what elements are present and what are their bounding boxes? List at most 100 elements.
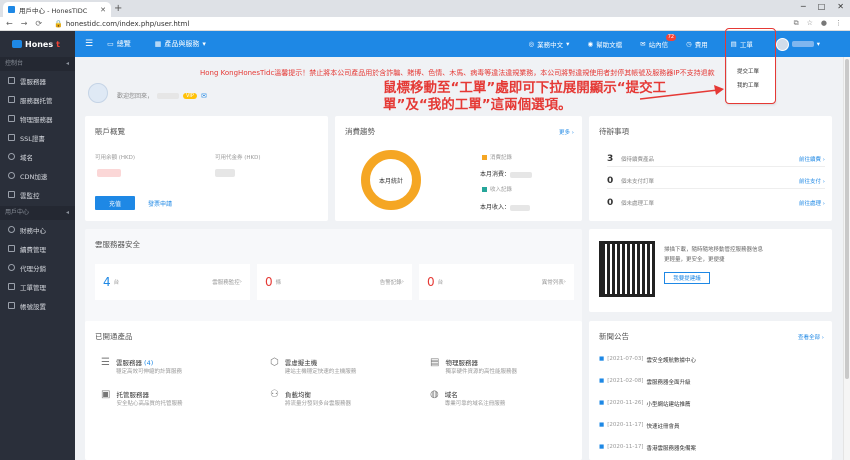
sidebar-item-physical-server[interactable]: 物理服務器 — [0, 109, 75, 128]
monitor-icon: ▭ — [107, 40, 114, 48]
close-tab-icon[interactable]: ✕ — [100, 6, 106, 14]
security-stat[interactable]: 4 台雲服務監控 › — [95, 264, 250, 300]
chevron-down-icon: ▾ — [202, 40, 206, 48]
news-item[interactable]: ■ [2020-11-26] 小型網站建站推薦 — [599, 400, 690, 408]
nav-help-docs[interactable]: ◉ 幫助文檔 — [578, 31, 631, 57]
sidebar-item-ssl[interactable]: SSL證書 — [0, 128, 75, 147]
news-item[interactable]: ■ [2020-11-17] 快速註冊會員 — [599, 422, 679, 430]
account-overview-card: 賬戶概覽 可用余額 (HKD) 可用代金券 (HKD) 充值 發票申請 — [85, 116, 328, 221]
more-link[interactable]: 更多 › — [559, 128, 574, 136]
top-nav-bar: Hones t ☰ ▭ 總覽 ▦ 產品與服務 ▾ ◎ 業務中文 ▾ ◉ 幫助文檔 ✉ 站內信 72… — [0, 31, 850, 57]
sidebar-item-colocation[interactable]: 服務器托管 — [0, 90, 75, 109]
news-item[interactable]: ■ [2021-07-03] 雲安全護航數據中心 — [599, 356, 696, 364]
brand-logo[interactable]: Hones t — [0, 31, 75, 57]
product-item[interactable]: ◍ 域名 專業可靠的域名注冊服務 — [430, 389, 505, 407]
nav-billing[interactable]: ◷ 費用 — [677, 31, 717, 57]
sidebar-section-user[interactable]: 用戶中心 ◂ — [0, 206, 75, 220]
promo-line1: 掃描下載，隨時隨地移動管控服務器信息 — [664, 247, 764, 253]
translate-icon[interactable]: ⧉ — [794, 19, 799, 28]
sidebar: 控制台 ◂ 雲服務器 服務器托管 物理服務器 SSL證書 域名 CDN加速 雲監控… — [0, 57, 75, 460]
products-card: 已開通產品 ☰ 雲服務器 (4) 穩定高效可伸縮的計算服務 ⬡ 雲虛擬主機 建站主機穩定… — [85, 321, 582, 460]
promo-line2: 更輕量，更安全，更便捷 — [664, 257, 725, 263]
forward-icon[interactable]: → — [21, 19, 28, 28]
maximize-icon[interactable]: □ — [818, 2, 826, 11]
agent-icon — [8, 264, 15, 271]
globe-icon: ◍ — [430, 389, 439, 400]
product-item[interactable]: ⬡ 雲虛擬主機 建站主機穩定快速的主機服務 — [270, 357, 356, 375]
nav-overview[interactable]: ▭ 總覽 — [107, 39, 131, 49]
sidebar-item-cdn[interactable]: CDN加速 — [0, 166, 75, 185]
caret-icon: ◂ — [65, 209, 69, 216]
hamburger-icon[interactable]: ☰ — [85, 39, 93, 49]
todo-action-link[interactable]: 前往續費 › — [799, 155, 825, 163]
sidebar-item-tickets[interactable]: 工單管理 — [0, 277, 75, 296]
nav-products[interactable]: ▦ 產品與服務 ▾ — [155, 39, 206, 49]
todo-row: 0 個未處理工單 前往處理 › — [607, 198, 825, 208]
sidebar-item-renewal[interactable]: 續費管理 — [0, 239, 75, 258]
avatar — [775, 37, 789, 51]
news-item[interactable]: ■ [2021-02-08] 雲服務器全面升級 — [599, 378, 690, 386]
product-item[interactable]: ▣ 托管服務器 安全貼心高品質的托管服務 — [101, 389, 182, 407]
bookmark-icon[interactable]: ☆ — [807, 19, 813, 28]
product-item[interactable]: ☰ 雲服務器 (4) 穩定高效可伸縮的計算服務 — [101, 357, 182, 375]
chevron-down-icon: ▾ — [816, 40, 820, 48]
cube-icon: ⬡ — [270, 357, 279, 368]
server-icon: ☰ — [101, 357, 110, 368]
page-scrollbar[interactable] — [843, 57, 850, 460]
billing-icon: ◷ — [686, 40, 692, 48]
grid-icon: ▦ — [154, 40, 162, 48]
card-title: 賬戶概覽 — [95, 127, 125, 136]
url-field[interactable]: honestidc.com/index.php/user.html — [66, 20, 189, 28]
recharge-button[interactable]: 充值 — [95, 196, 135, 210]
sidebar-section-console[interactable]: 控制台 ◂ — [0, 57, 75, 71]
invoice-link[interactable]: 發票申請 — [148, 199, 172, 208]
back-icon[interactable]: ← — [6, 19, 13, 28]
product-item[interactable]: ▤ 物理服務器 獨享硬件資源的高性能服務器 — [430, 357, 517, 375]
donut-center-label: 本月統計 — [378, 177, 403, 185]
cdn-icon — [8, 172, 15, 179]
network-icon: ⚇ — [270, 389, 279, 400]
user-avatar — [88, 83, 108, 103]
sidebar-item-monitor[interactable]: 雲監控 — [0, 185, 75, 204]
feedback-button[interactable]: 我要提建議 — [664, 272, 710, 284]
logo-mark-icon — [12, 40, 22, 48]
email-icon[interactable]: ✉ — [201, 92, 207, 100]
todo-row: 3 個待續費產品 前往續費 › — [607, 151, 825, 167]
browser-tabbar: 用戶中心 - HonesTIDC ✕ + ─ □ ✕ — [0, 0, 850, 17]
security-stat[interactable]: 0 台異常列表 › — [419, 264, 574, 300]
card-title: 已開通產品 — [95, 332, 133, 341]
month-income: 本月收入： — [480, 202, 531, 211]
security-stat[interactable]: 0 條告警記錄 › — [257, 264, 412, 300]
nav-business-center[interactable]: ◎ 業務中文 ▾ — [520, 31, 579, 57]
globe-icon: ◎ — [528, 40, 535, 48]
todo-action-link[interactable]: 前往處理 › — [799, 199, 825, 207]
user-menu[interactable]: ▾ — [767, 31, 850, 57]
sidebar-item-cloud-server[interactable]: 雲服務器 — [0, 71, 75, 90]
card-title: 雲服務器安全 — [95, 240, 140, 249]
renewal-icon — [8, 245, 15, 252]
minimize-icon[interactable]: ─ — [801, 2, 806, 11]
sidebar-item-account[interactable]: 帳號設置 — [0, 296, 75, 315]
browser-tab[interactable]: 用戶中心 - HonesTIDC ✕ — [3, 2, 111, 17]
news-item[interactable]: ■ [2020-11-17] 香港雲服務器免備案 — [599, 444, 696, 452]
product-item[interactable]: ⚇ 負載均衡 將流量分發到多台雲服務器 — [270, 389, 351, 407]
new-tab-icon[interactable]: + — [114, 3, 122, 14]
browser-menu-icon[interactable]: ⋮ — [835, 19, 842, 28]
globe-icon — [8, 153, 15, 160]
close-window-icon[interactable]: ✕ — [837, 2, 844, 11]
sidebar-item-domain[interactable]: 域名 — [0, 147, 75, 166]
server-icon — [8, 77, 15, 84]
address-bar: ← → ⟳ 🔒 honestidc.com/index.php/user.html ⧉… — [0, 17, 850, 31]
reload-icon[interactable]: ⟳ — [35, 19, 42, 28]
hosting-icon: ▣ — [101, 389, 111, 400]
nav-messages[interactable]: ✉ 站內信 72 — [631, 31, 677, 57]
sidebar-item-finance[interactable]: 財務中心 — [0, 220, 75, 239]
scrollbar-thumb[interactable] — [845, 59, 849, 379]
certificate-icon — [8, 134, 15, 141]
card-title: 待辦事項 — [599, 127, 629, 136]
profile-icon[interactable]: ● — [821, 19, 827, 28]
sidebar-item-agent[interactable]: 代理分銷 — [0, 258, 75, 277]
todo-card: 待辦事項 3 個待續費產品 前往續費 › 0 個未支付訂單 前往支付 › 0 個未處理工單… — [589, 116, 832, 221]
todo-action-link[interactable]: 前往支付 › — [799, 177, 825, 185]
view-all-link[interactable]: 查看全部 › — [798, 333, 824, 341]
